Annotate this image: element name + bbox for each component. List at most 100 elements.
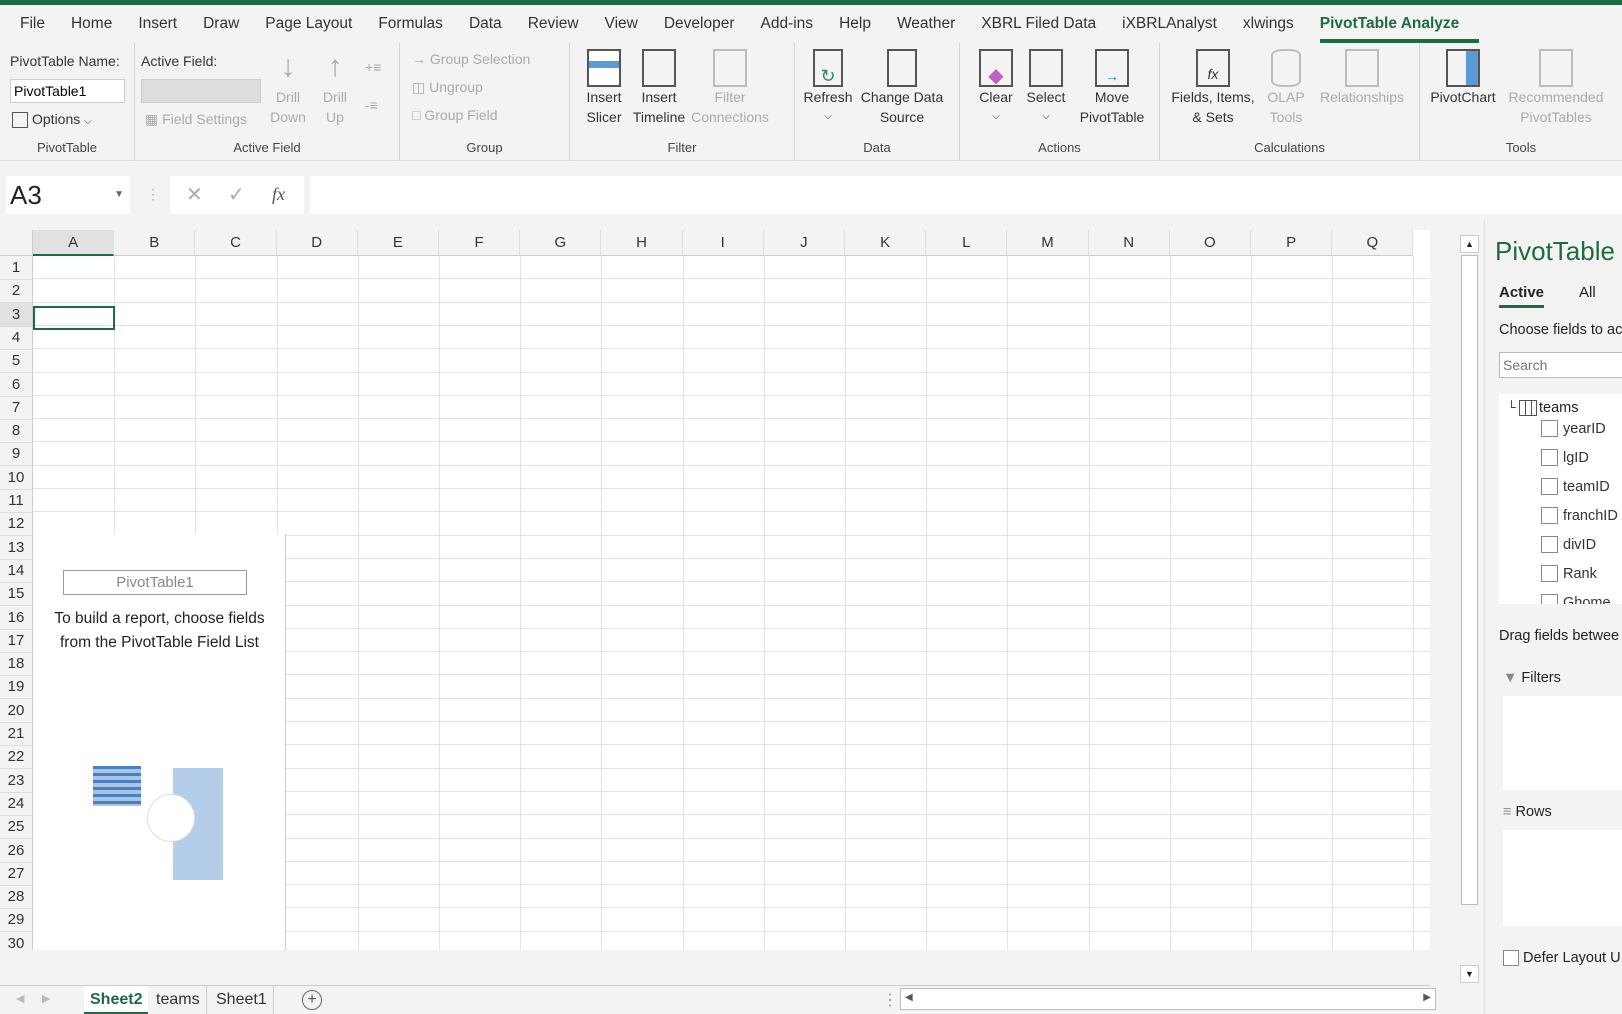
scroll-left-icon[interactable]: ◀ [905, 992, 913, 1003]
row-header-18[interactable]: 18 [0, 652, 33, 677]
row-header-30[interactable]: 30 [0, 931, 33, 950]
sheet-tab-teams[interactable]: teams [150, 986, 207, 1014]
vertical-scrollbar[interactable]: ▲ ▼ [1460, 235, 1479, 985]
next-sheet-icon[interactable]: ▶ [42, 992, 50, 1005]
column-header-B[interactable]: B [114, 230, 196, 256]
formula-bar-grip-icon[interactable]: ⋮ [146, 186, 160, 203]
group-field-button[interactable]: □ Group Field [412, 105, 498, 125]
column-header-K[interactable]: K [845, 230, 927, 256]
column-header-H[interactable]: H [601, 230, 683, 256]
tab-xlwings[interactable]: xlwings [1243, 5, 1294, 43]
field-label-lgID[interactable]: lgID [1563, 450, 1589, 466]
chevron-down-icon[interactable]: ▼ [114, 176, 124, 214]
field-checkbox-franchID[interactable] [1541, 507, 1558, 524]
field-label-Ghome[interactable]: Ghome [1563, 595, 1611, 604]
field-checkbox-teamID[interactable] [1541, 478, 1558, 495]
pivotchart-button[interactable]: PivotChart [1428, 49, 1498, 107]
active-cell-a3[interactable] [33, 306, 115, 330]
column-header-G[interactable]: G [520, 230, 602, 256]
row-header-12[interactable]: 12 [0, 512, 33, 537]
row-header-8[interactable]: 8 [0, 419, 33, 444]
scroll-thumb[interactable] [1461, 255, 1478, 905]
column-header-N[interactable]: N [1088, 230, 1170, 256]
column-header-P[interactable]: P [1251, 230, 1333, 256]
pivottable-placeholder[interactable]: PivotTable1 To build a report, choose fi… [33, 534, 286, 950]
row-header-23[interactable]: 23 [0, 768, 33, 793]
sheet-tab-sheet2[interactable]: Sheet2 [84, 986, 149, 1014]
row-header-6[interactable]: 6 [0, 372, 33, 397]
row-header-14[interactable]: 14 [0, 558, 33, 583]
column-header-M[interactable]: M [1007, 230, 1089, 256]
sheet-tab-sheet1[interactable]: Sheet1 [210, 986, 274, 1014]
drill-down-button[interactable]: ↓ Drill Down [268, 47, 308, 127]
tab-pivottable-analyze[interactable]: PivotTable Analyze [1319, 5, 1479, 43]
select-all-corner[interactable] [0, 230, 33, 256]
field-settings-button[interactable]: ▦ Field Settings [145, 109, 247, 129]
column-header-E[interactable]: E [357, 230, 439, 256]
recommended-pivottables-button[interactable]: Recommended PivotTables [1504, 49, 1608, 127]
ungroup-button[interactable]: ◫ Ungroup [412, 77, 483, 97]
add-sheet-button[interactable]: + [302, 990, 322, 1010]
field-checkbox-lgID[interactable] [1541, 449, 1558, 466]
insert-function-icon[interactable]: fx [272, 184, 285, 205]
column-header-O[interactable]: O [1169, 230, 1251, 256]
tab-help[interactable]: Help [839, 5, 871, 43]
row-header-24[interactable]: 24 [0, 791, 33, 816]
tab-file[interactable]: File [20, 5, 45, 43]
tab-home[interactable]: Home [71, 5, 112, 43]
field-search-input[interactable] [1499, 352, 1622, 378]
tab-active[interactable]: Active [1499, 284, 1545, 308]
defer-checkbox[interactable] [1503, 950, 1519, 967]
row-header-22[interactable]: 22 [0, 745, 33, 770]
scroll-right-icon[interactable]: ▶ [1423, 992, 1431, 1003]
field-checkbox-yearID[interactable] [1541, 420, 1558, 437]
field-checkbox-divID[interactable] [1541, 536, 1558, 553]
filters-drop-area[interactable] [1503, 696, 1622, 790]
group-selection-button[interactable]: → Group Selection [412, 49, 530, 69]
tab-all[interactable]: All [1579, 284, 1596, 301]
row-header-20[interactable]: 20 [0, 698, 33, 723]
scroll-down-icon[interactable]: ▼ [1460, 965, 1479, 983]
tab-review[interactable]: Review [528, 5, 579, 43]
relationships-button[interactable]: Relationships [1312, 49, 1412, 107]
row-header-26[interactable]: 26 [0, 838, 33, 863]
enter-check-icon[interactable]: ✓ [228, 182, 245, 207]
tab-draw[interactable]: Draw [203, 5, 239, 43]
row-header-4[interactable]: 4 [0, 325, 33, 350]
column-header-A[interactable]: A [33, 230, 115, 256]
tab-weather[interactable]: Weather [897, 5, 955, 43]
expand-field-icon[interactable]: +≡ [365, 57, 381, 77]
drill-up-button[interactable]: ↑ Drill Up [315, 47, 355, 127]
row-header-13[interactable]: 13 [0, 535, 33, 560]
options-button[interactable]: Options ⌵ [12, 109, 92, 132]
fields-items-sets-button[interactable]: fx Fields, Items, & Sets [1168, 49, 1258, 127]
field-label-teamID[interactable]: teamID [1563, 479, 1610, 495]
prev-sheet-icon[interactable]: ◀ [16, 992, 24, 1005]
column-header-J[interactable]: J [763, 230, 845, 256]
field-label-yearID[interactable]: yearID [1563, 421, 1606, 437]
row-header-1[interactable]: 1 [0, 256, 33, 280]
clear-button[interactable]: ◆ Clear ⌵ [976, 49, 1016, 127]
row-header-29[interactable]: 29 [0, 908, 33, 933]
tab-insert[interactable]: Insert [138, 5, 177, 43]
tab-xbrl-filed-data[interactable]: XBRL Filed Data [981, 5, 1096, 43]
column-header-F[interactable]: F [439, 230, 521, 256]
row-header-3[interactable]: 3 [0, 302, 33, 327]
defer-layout-update[interactable]: Defer Layout U [1503, 950, 1621, 967]
formula-input[interactable] [310, 176, 1622, 214]
column-header-C[interactable]: C [195, 230, 277, 256]
tab-formulas[interactable]: Formulas [378, 5, 443, 43]
column-header-L[interactable]: L [926, 230, 1008, 256]
tab-ixbrlanalyst[interactable]: iXBRLAnalyst [1122, 5, 1217, 43]
row-header-5[interactable]: 5 [0, 349, 33, 374]
tab-splitter-icon[interactable]: ⋮ [882, 990, 898, 1010]
tab-view[interactable]: View [605, 5, 638, 43]
rows-drop-area[interactable] [1503, 830, 1622, 926]
filter-connections-button[interactable]: Filter Connections [690, 49, 770, 127]
table-name[interactable]: teams [1539, 400, 1579, 416]
tab-add-ins[interactable]: Add-ins [761, 5, 814, 43]
collapse-field-icon[interactable]: -≡ [365, 95, 378, 115]
row-header-21[interactable]: 21 [0, 722, 33, 746]
tab-page-layout[interactable]: Page Layout [265, 5, 352, 43]
field-label-franchID[interactable]: franchID [1563, 508, 1618, 524]
